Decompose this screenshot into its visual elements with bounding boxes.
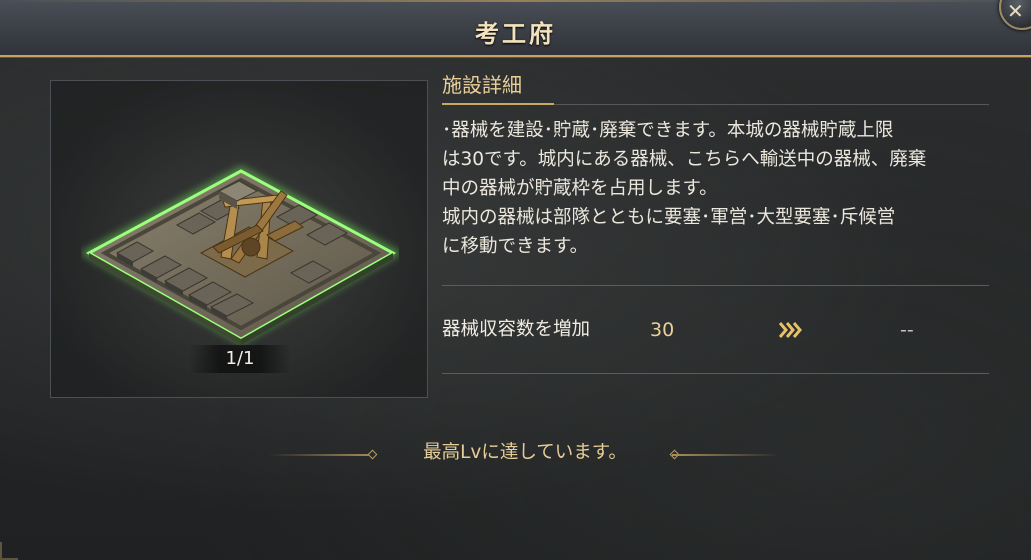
stat-current-value: 30 <box>650 319 675 341</box>
section-heading: 施設詳細 <box>442 73 522 97</box>
max-level-message: 最高Lvに達しています。 <box>423 442 627 463</box>
stat-label: 器械収容数を増加 <box>442 319 591 340</box>
ornament-diamond-left <box>367 449 378 460</box>
facility-description: ･器械を建設･貯蔵･廃棄できます。本城の器械貯蔵上限 は30です。城内にある器械… <box>442 116 992 261</box>
description-line: 城内の器械は部隊とともに要塞･軍営･大型要塞･斥候営 <box>442 207 896 228</box>
window-title: 考工府 <box>475 19 556 48</box>
heading-underline <box>554 104 989 105</box>
triple-chevron-right-icon <box>778 322 802 338</box>
ornament-line-left <box>268 454 376 456</box>
description-line: に移動できます。 <box>442 236 589 257</box>
stat-row: 器械収容数を増加 30 -- <box>442 314 989 346</box>
corner-ornament <box>0 542 18 560</box>
title-bar: 考工府 <box>0 0 1031 57</box>
title-bar-top-line <box>0 0 1031 2</box>
description-line: ･器械を建設･貯蔵･廃棄できます。本城の器械貯蔵上限 <box>442 120 894 141</box>
close-icon: ✕ <box>1007 0 1024 23</box>
stat-next-value: -- <box>900 319 914 341</box>
divider-bottom <box>442 373 989 374</box>
heading-underline-accent <box>442 103 554 105</box>
page-indicator: 1/1 <box>189 345 291 373</box>
divider-top <box>442 285 989 286</box>
facility-image-panel: 1/1 <box>50 80 428 398</box>
description-line: 中の器械が貯蔵枠を占用します。 <box>442 178 718 199</box>
description-line: は30です。城内にある器械、こちらへ輸送中の器械、廃棄 <box>442 149 927 170</box>
ornament-line-right <box>672 454 780 456</box>
